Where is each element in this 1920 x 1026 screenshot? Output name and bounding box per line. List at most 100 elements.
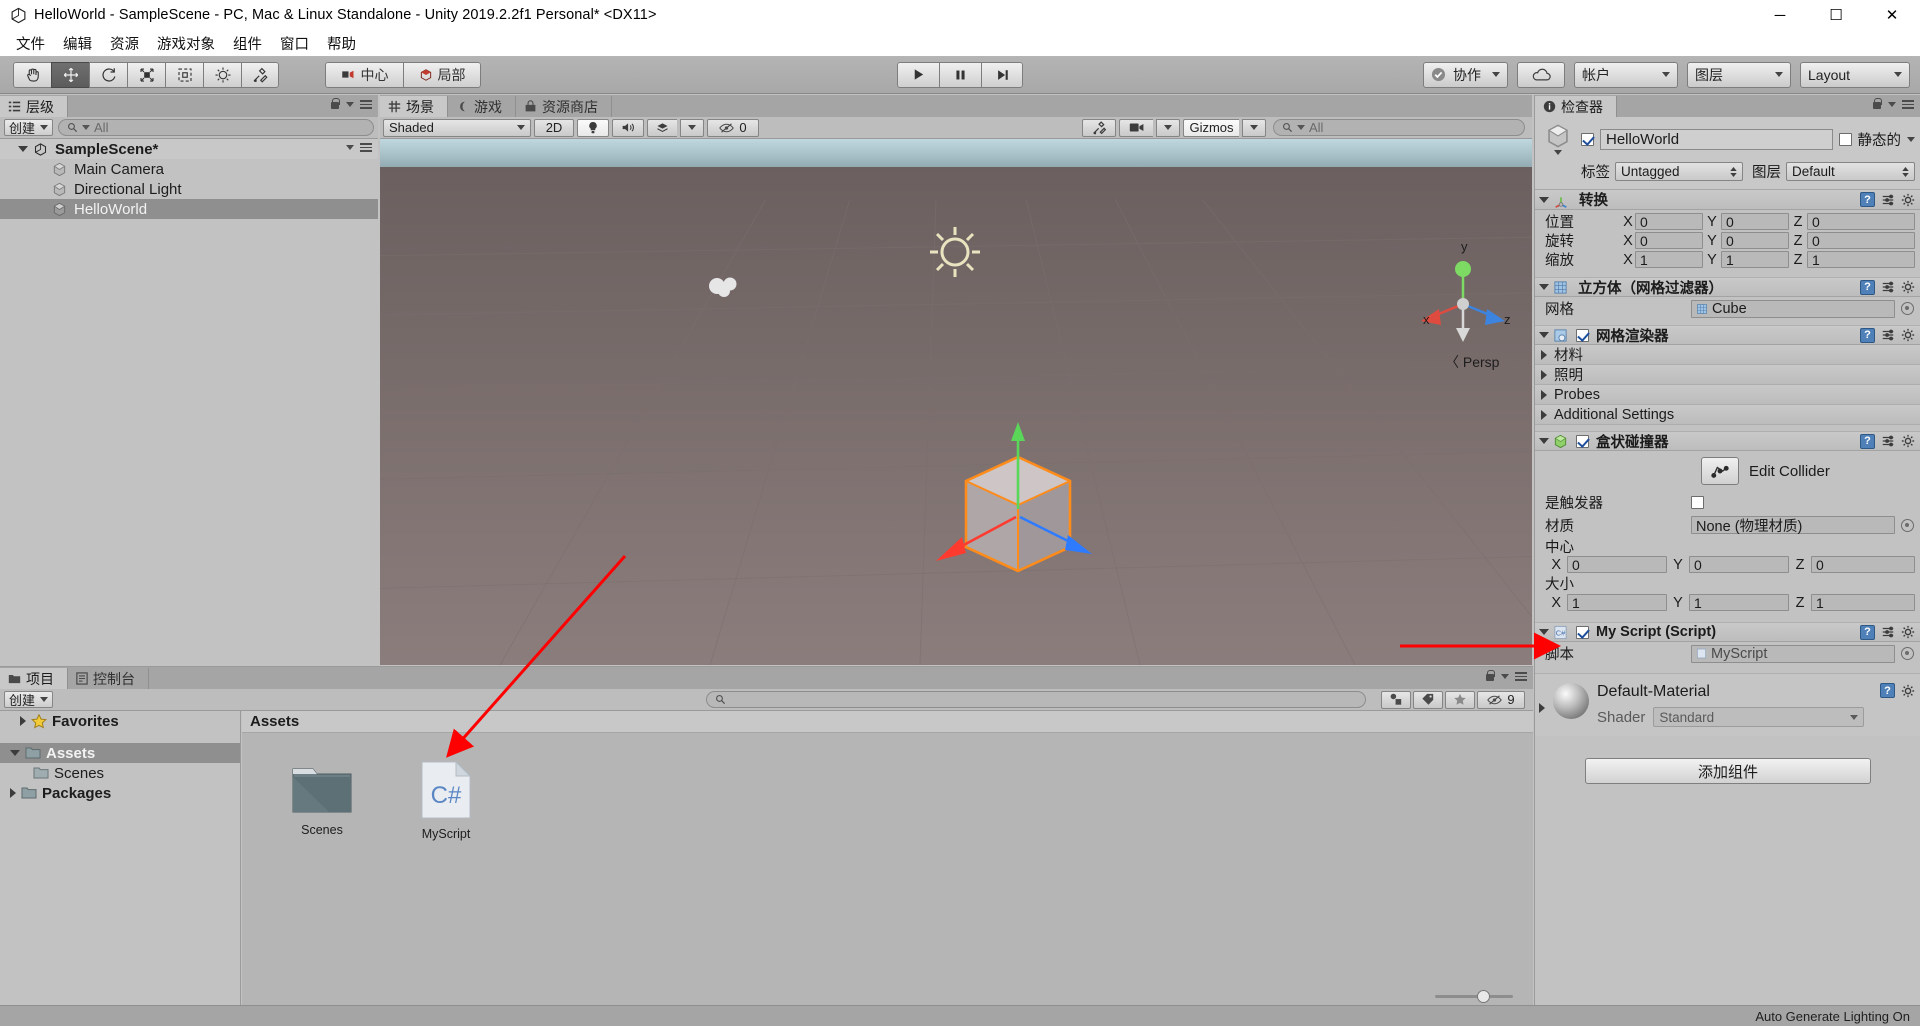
chevron-down-icon[interactable] [1539, 284, 1549, 290]
create-button[interactable]: 创建 [4, 119, 54, 136]
script-enabled-checkbox[interactable] [1576, 625, 1589, 639]
chevron-down-icon[interactable] [1554, 150, 1562, 155]
scene-tools-button[interactable] [1082, 118, 1116, 137]
chevron-down-icon[interactable] [1539, 629, 1549, 635]
project-tree-packages[interactable]: Packages [0, 783, 240, 803]
help-icon[interactable]: ? [1860, 279, 1875, 295]
minimize-button[interactable]: ─ [1752, 0, 1808, 30]
gameobject-name-input[interactable]: HelloWorld [1600, 128, 1833, 150]
chevron-down-icon[interactable] [1539, 332, 1549, 338]
menu-gameobject[interactable]: 游戏对象 [148, 31, 224, 56]
tag-dropdown[interactable]: Untagged [1615, 162, 1743, 181]
chevron-down-icon[interactable] [346, 102, 354, 107]
draw-mode-dropdown[interactable]: Shaded [383, 118, 531, 137]
hierarchy-item-helloworld[interactable]: HelloWorld [0, 199, 378, 219]
collider-size-x-input[interactable]: 1 [1567, 594, 1667, 611]
scale-x-input[interactable]: 1 [1635, 251, 1703, 268]
scale-z-input[interactable]: 1 [1807, 251, 1915, 268]
collider-size-y-input[interactable]: 1 [1689, 594, 1789, 611]
layout-dropdown[interactable]: Layout [1800, 61, 1910, 88]
scale-y-input[interactable]: 1 [1721, 251, 1789, 268]
mesh-object-field[interactable]: Cube [1691, 299, 1895, 318]
gear-icon[interactable] [1901, 684, 1915, 698]
script-component-header[interactable]: C# My Script (Script) ? [1535, 622, 1920, 642]
preset-icon[interactable] [1881, 625, 1895, 639]
tab-asset-store[interactable]: 资源商店 [516, 96, 612, 117]
help-icon[interactable]: ? [1880, 683, 1895, 698]
transform-tool-button[interactable] [203, 61, 241, 88]
gear-icon[interactable] [1901, 280, 1915, 294]
play-button[interactable] [897, 61, 939, 88]
scene-fx-dropdown[interactable] [680, 118, 704, 137]
maximize-button[interactable]: ☐ [1808, 0, 1864, 30]
gear-icon[interactable] [1901, 328, 1915, 342]
step-button[interactable] [981, 61, 1023, 88]
help-icon[interactable]: ? [1860, 327, 1875, 343]
edit-collider-button[interactable] [1701, 457, 1739, 485]
chevron-right-icon[interactable] [10, 788, 16, 798]
hierarchy-scene-row[interactable]: SampleScene* [0, 139, 378, 159]
hierarchy-item-main-camera[interactable]: Main Camera [0, 159, 378, 179]
account-dropdown[interactable]: 帐户 [1574, 61, 1678, 88]
layers-dropdown[interactable]: 图层 [1687, 61, 1791, 88]
scene-visibility-toggle[interactable]: 0 [707, 118, 759, 137]
mesh-renderer-section-lighting[interactable]: 照明 [1535, 365, 1920, 385]
gameobject-enabled-checkbox[interactable] [1581, 132, 1594, 146]
preset-icon[interactable] [1881, 280, 1895, 294]
chevron-down-icon[interactable] [346, 144, 354, 150]
rect-tool-button[interactable] [165, 61, 203, 88]
box-collider-component-header[interactable]: 盒状碰撞器 ? [1535, 431, 1920, 451]
chevron-right-icon[interactable] [1539, 703, 1545, 713]
gear-icon[interactable] [1901, 625, 1915, 639]
pivot-mode-button[interactable]: 中心 [325, 61, 403, 88]
preset-icon[interactable] [1881, 434, 1895, 448]
chevron-right-icon[interactable] [20, 716, 26, 726]
hierarchy-item-directional-light[interactable]: Directional Light [0, 179, 378, 199]
collider-size-z-input[interactable]: 1 [1811, 594, 1915, 611]
mesh-renderer-section-additional[interactable]: Additional Settings [1535, 405, 1920, 425]
chevron-down-icon[interactable] [1501, 674, 1509, 679]
label-filter-button[interactable] [1413, 690, 1444, 709]
object-picker-icon[interactable] [1901, 518, 1914, 532]
asset-zoom-slider[interactable] [1435, 990, 1513, 1003]
help-icon[interactable]: ? [1860, 624, 1875, 640]
mesh-filter-component-header[interactable]: 立方体（网格过滤器） ? [1535, 277, 1920, 297]
project-create-button[interactable]: 创建 [4, 691, 54, 708]
position-y-input[interactable]: 0 [1721, 213, 1789, 230]
static-checkbox[interactable] [1838, 132, 1852, 146]
rotate-tool-button[interactable] [89, 61, 127, 88]
position-x-input[interactable]: 0 [1635, 213, 1703, 230]
scene-camera-dropdown[interactable] [1156, 118, 1180, 137]
chevron-down-icon[interactable] [1539, 196, 1549, 203]
collider-center-z-input[interactable]: 0 [1811, 556, 1915, 573]
chevron-down-icon[interactable] [18, 146, 28, 152]
gear-icon[interactable] [1901, 193, 1915, 207]
preset-icon[interactable] [1881, 193, 1895, 207]
cloud-button[interactable] [1517, 61, 1565, 88]
tab-project[interactable]: 项目 [0, 668, 68, 689]
project-tree-favorites[interactable]: Favorites [0, 711, 240, 731]
close-button[interactable]: ✕ [1864, 0, 1920, 30]
menu-icon[interactable] [1902, 100, 1914, 109]
scene-viewport[interactable]: x y z 〈 Persp [380, 139, 1532, 665]
gear-icon[interactable] [1901, 434, 1915, 448]
menu-icon[interactable] [360, 143, 372, 152]
position-z-input[interactable]: 0 [1807, 213, 1915, 230]
script-object-field[interactable]: MyScript [1691, 644, 1895, 663]
type-filter-button[interactable] [1381, 690, 1412, 709]
scene-fx-toggle[interactable] [647, 118, 677, 137]
pivot-rotation-button[interactable]: 局部 [403, 61, 481, 88]
menu-help[interactable]: 帮助 [318, 31, 365, 56]
tab-console[interactable]: 控制台 [68, 668, 149, 689]
toggle-2d-button[interactable]: 2D [534, 118, 574, 137]
favorites-filter-button[interactable] [1445, 690, 1476, 709]
menu-assets[interactable]: 资源 [101, 31, 148, 56]
menu-window[interactable]: 窗口 [271, 31, 318, 56]
rotation-z-input[interactable]: 0 [1807, 232, 1915, 249]
collider-center-x-input[interactable]: 0 [1567, 556, 1667, 573]
chevron-down-icon[interactable] [10, 750, 20, 756]
project-tree-scenes[interactable]: Scenes [0, 763, 240, 783]
layer-dropdown[interactable]: Default [1786, 162, 1915, 181]
tab-game[interactable]: 游戏 [448, 96, 516, 117]
shader-dropdown[interactable]: Standard [1653, 707, 1864, 727]
